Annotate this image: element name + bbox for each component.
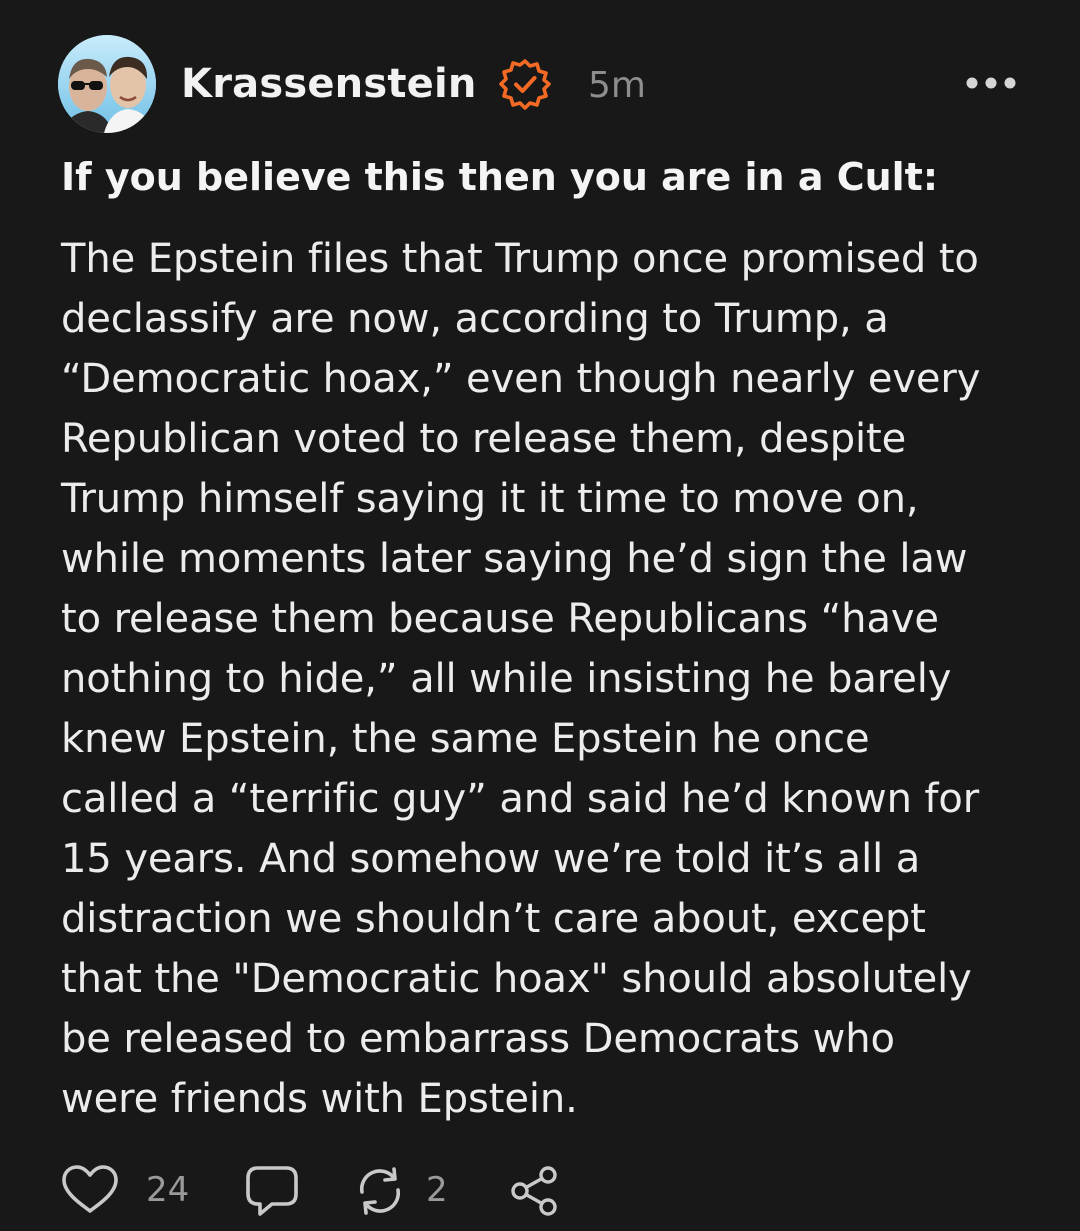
like-count: 24 (146, 1170, 190, 1210)
post-headline: If you believe this then you are in a Cu… (61, 155, 939, 199)
comment-bubble-icon (246, 1166, 298, 1216)
post-timestamp: 5m (588, 65, 646, 106)
post-body: The Epstein files that Trump once promis… (61, 236, 981, 1122)
author-name[interactable]: Krassenstein (181, 61, 477, 107)
verified-badge-icon (499, 58, 551, 110)
repost-button[interactable]: 2 (352, 1160, 462, 1220)
share-icon (511, 1166, 557, 1216)
like-button[interactable]: 24 (60, 1160, 200, 1220)
repost-count: 2 (426, 1170, 448, 1210)
post-actions: 24 2 (60, 1160, 620, 1220)
post-card: Krassenstein 5m If you believe this then… (0, 0, 1080, 1231)
more-horizontal-icon[interactable] (963, 71, 1019, 95)
heart-icon (62, 1165, 118, 1213)
share-button[interactable] (508, 1160, 568, 1220)
repost-arrows-icon (359, 1167, 401, 1215)
post-header: Krassenstein 5m (58, 35, 1028, 133)
reply-button[interactable] (244, 1160, 304, 1220)
avatar[interactable] (58, 35, 156, 133)
